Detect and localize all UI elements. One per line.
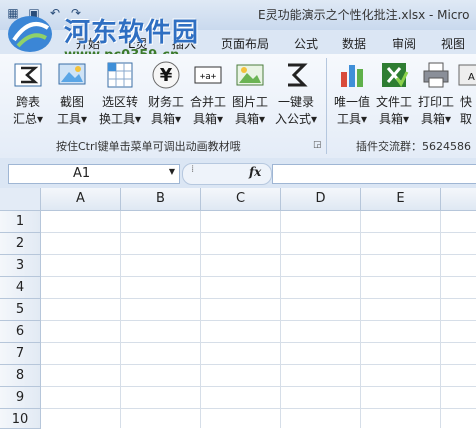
column-header-d[interactable]: D [281,188,361,211]
site-logo-icon [8,16,52,52]
svg-text:A: A [468,72,475,83]
svg-text:+a+: +a+ [200,72,217,82]
finance-toolbox-button[interactable]: ¥ 财务工 具箱▾ [144,58,188,132]
tab-formulas[interactable]: 公式 [294,35,318,52]
ribbon-group-label: 按住Ctrl键单击菜单可调出动画教材哦 [56,140,241,153]
row-header[interactable]: 8 [0,365,41,387]
tab-data[interactable]: 数据 [342,35,366,52]
sigma-icon [288,63,308,87]
ribbon: 跨表 汇总▾ 截图 工具▾ 选区转 换工具▾ ¥ 财务工 具箱▾ +a+ 合并工… [0,54,476,159]
excel-file-icon [382,63,409,87]
column-header-c[interactable]: C [201,188,281,211]
spreadsheet-grid: A B C D E 1 2 3 4 5 6 7 8 9 10 [0,188,476,429]
row-header[interactable]: 5 [0,299,41,321]
tab-review[interactable]: 审阅 [392,35,416,52]
one-click-formula-button[interactable]: 一键录 入公式▾ [272,58,320,132]
column-header-a[interactable]: A [41,188,121,211]
column-header-b[interactable]: B [121,188,201,211]
column-header-partial[interactable] [441,188,476,211]
screenshot-tool-button[interactable]: 截图 工具▾ [50,58,94,132]
picture-icon [236,64,264,86]
picture-toolbox-button[interactable]: 图片工 具箱▾ [228,58,272,132]
merge-toolbox-button[interactable]: +a+ 合并工 具箱▾ [186,58,230,132]
name-box-value: A1 [73,166,91,181]
print-toolbox-button[interactable]: 打印工 具箱▾ [414,58,458,132]
row-header[interactable]: 9 [0,387,41,409]
row-header[interactable]: 1 [0,211,41,233]
row-header[interactable]: 6 [0,321,41,343]
formula-input[interactable] [272,164,476,184]
convert-grid-icon [107,62,133,88]
svg-text:¥: ¥ [160,65,173,86]
selection-convert-button[interactable]: 选区转 换工具▾ [96,58,144,132]
row-header[interactable]: 4 [0,277,41,299]
tab-page-layout[interactable]: 页面布局 [221,35,269,52]
row-header[interactable]: 10 [0,409,41,429]
quick-fetch-button[interactable]: A 快 取 [456,58,476,132]
unique-value-tool-button[interactable]: 唯一值 工具▾ [330,58,374,132]
cross-table-summary-button[interactable]: 跨表 汇总▾ [6,58,50,132]
window-title: E灵功能演示之个性化批注.xlsx - Micro [258,8,470,22]
watermark-site-name: 河东软件园 [64,18,200,48]
row-header[interactable]: 2 [0,233,41,255]
screenshot-icon [58,63,86,85]
dialog-launcher-icon[interactable]: ◲ [313,140,322,150]
formula-bar: A1 ▼ ⁞ fx [0,158,476,188]
chevron-down-icon[interactable]: ▼ [169,167,175,176]
printer-icon [423,62,449,88]
grip-icon: ⁞ [191,164,195,175]
ribbon-group-separator [326,58,327,154]
yen-icon: ¥ [152,61,180,89]
cell-area[interactable] [41,211,476,428]
tab-view[interactable]: 视图 [441,35,465,52]
quick-icon: A [458,64,476,86]
insert-function-button[interactable]: fx [249,165,261,179]
formula-buttons: ⁞ fx [182,163,272,185]
bar-chart-icon [341,65,363,87]
ribbon-group-label-plugin: 插件交流群：5624586 [356,140,471,153]
column-header-e[interactable]: E [361,188,441,211]
row-header[interactable]: 3 [0,255,41,277]
sigma-table-icon [14,63,42,87]
merge-icon: +a+ [194,66,222,84]
select-all-corner[interactable] [0,188,41,211]
row-header[interactable]: 7 [0,343,41,365]
name-box[interactable]: A1 ▼ [8,164,180,184]
file-toolbox-button[interactable]: 文件工 具箱▾ [372,58,416,132]
